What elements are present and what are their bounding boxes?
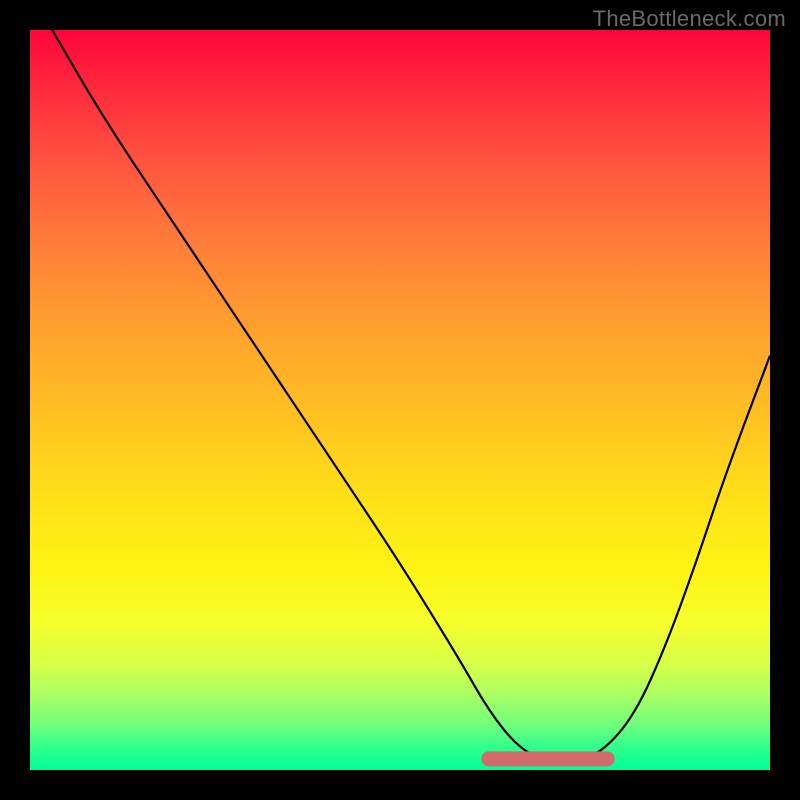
chart-frame: TheBottleneck.com [0, 0, 800, 800]
plot-area [30, 30, 770, 770]
watermark-text: TheBottleneck.com [593, 6, 786, 32]
bottleneck-curve [52, 30, 770, 763]
chart-svg [30, 30, 770, 770]
